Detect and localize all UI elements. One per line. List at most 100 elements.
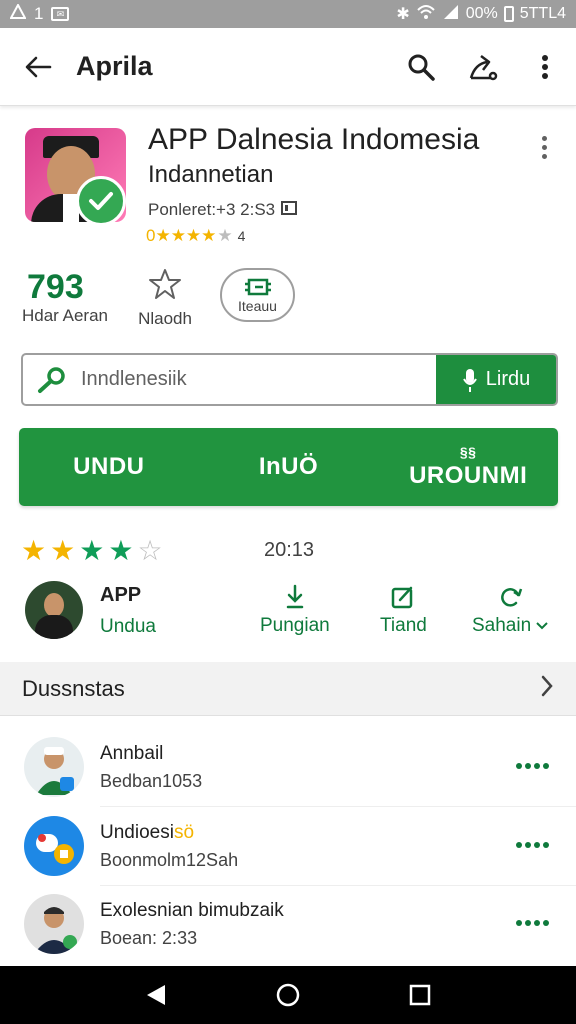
list-item-subtitle: Bedban1053 [100, 771, 203, 791]
undu-button[interactable]: UNDU [19, 428, 199, 506]
notification-icon [9, 2, 27, 25]
action-bar: UNDU InUÖ §§ UROUNMI [19, 428, 558, 506]
avatar [24, 816, 84, 876]
uroun-button[interactable]: §§ UROUNMI [378, 428, 558, 506]
status-left-text: 1 [34, 4, 44, 23]
sync-icon [498, 584, 524, 610]
rating-row: ★ ★ ★ ★ ☆ 20:13 [0, 530, 576, 570]
app-meta: Ponleret:+3 2:S3 [148, 200, 298, 220]
edit-icon [391, 584, 415, 610]
download-icon [284, 584, 306, 610]
search-button-label: Lirdu [485, 368, 531, 390]
sync-action[interactable]: Sahain [472, 584, 549, 637]
app-bar: Aprila [0, 28, 576, 106]
nav-home-button[interactable] [268, 975, 308, 1015]
key-search-icon [23, 366, 81, 394]
avatar [24, 894, 84, 954]
avatar[interactable] [25, 581, 83, 639]
category-label: Iteauu [238, 298, 277, 314]
app-meta-text: Ponleret:+3 2:S3 [148, 200, 276, 219]
rating-stars: ★ ★ ★ ★ ☆ [21, 534, 163, 567]
star-empty-icon: ★ [217, 226, 233, 245]
battery-percent: 00% [465, 5, 498, 22]
rate-label: Nlaodh [138, 309, 192, 328]
cell-icon [442, 4, 460, 25]
star-filled-icon: ★ [21, 534, 47, 566]
list-item[interactable]: Undioesisö Boonmolm12Sah [0, 808, 576, 886]
download-action[interactable]: Pungian [260, 584, 330, 637]
list-item-subtitle: Boonmolm12Sah [100, 850, 239, 870]
app-rating-stars: 0★★★★ ★ 4 [146, 226, 245, 246]
developer-title: APP [100, 584, 142, 606]
undu-label: UNDU [73, 453, 145, 480]
search-submit-button[interactable]: Lirdu [436, 355, 556, 404]
star-filled-icon: ★ [50, 534, 76, 566]
download-count-label: Hdar Aeran [22, 306, 108, 325]
nav-recents-icon [409, 984, 431, 1006]
mail-icon: ✉ [51, 7, 70, 21]
more-horiz-icon[interactable] [516, 763, 549, 769]
avatar [24, 737, 84, 797]
search-icon [408, 54, 435, 81]
uroun-icon: §§ [459, 444, 477, 460]
nav-back-button[interactable] [136, 975, 176, 1015]
star-filled-icon: ★ [108, 534, 134, 566]
back-button[interactable] [0, 28, 76, 106]
star-filled-icon: ★ [79, 534, 105, 566]
info-label: InUÖ [258, 453, 319, 480]
category-badge[interactable]: Iteauu [220, 268, 295, 322]
rating-date: 20:13 [264, 538, 315, 561]
mic-icon [462, 368, 477, 392]
list-item-title: Undioesisö [100, 822, 195, 843]
share-icon [469, 54, 498, 80]
rate-button[interactable]: Nlaodh [138, 268, 192, 329]
more-horiz-icon[interactable] [516, 920, 549, 926]
battery-icon [503, 6, 514, 22]
list-item-title: Annbail [100, 743, 164, 764]
search-button[interactable] [390, 28, 452, 106]
app-name: APP Dalnesia Indomesia [148, 123, 480, 156]
app-developer: Indannetian [148, 161, 274, 188]
stats-row: 793 Hdar Aeran Nlaodh Iteauu [0, 264, 576, 334]
app-more-button[interactable] [530, 132, 558, 162]
more-horiz-icon[interactable] [516, 842, 549, 848]
more-vert-icon [542, 54, 548, 79]
info-button[interactable]: InUÖ [199, 428, 379, 506]
uroun-label: UROUNMI [409, 462, 528, 489]
divider [100, 806, 576, 807]
list-item-subtitle: Boean: 2:33 [100, 928, 198, 948]
star-outline-icon: ☆ [137, 534, 163, 566]
search-input[interactable] [81, 355, 436, 404]
chevron-right-icon [540, 674, 554, 705]
status-bar: 1 ✉ ✱ 00% 5TTL4 [0, 0, 576, 28]
edit-action[interactable]: Tiand [380, 584, 427, 637]
search-box: Lirdu [21, 353, 558, 406]
developer-subtitle[interactable]: Undua [100, 616, 156, 638]
nav-back-icon [147, 985, 165, 1005]
signal-icon [416, 4, 436, 25]
app-stars-tail: 4 [237, 228, 246, 244]
app-stars-text: 0★★★★ [146, 226, 217, 245]
bluetooth-icon: ✱ [396, 6, 410, 23]
app-header: APP Dalnesia Indomesia Indannetian Ponle… [0, 118, 576, 258]
section-header[interactable]: Dussnstas [0, 662, 576, 716]
share-button[interactable] [452, 28, 514, 106]
download-count: 793 [27, 268, 84, 306]
list-item[interactable]: Exolesnian bimubzaik Boean: 2:33 [0, 886, 576, 964]
chevron-down-icon [536, 622, 548, 630]
size-icon [281, 200, 298, 220]
section-title: Dussnstas [22, 675, 125, 701]
download-label: Pungian [260, 615, 330, 636]
nav-home-icon [276, 983, 300, 1007]
overflow-menu-button[interactable] [514, 28, 576, 106]
list-item[interactable]: Annbail Bedban1053 [0, 729, 576, 807]
sync-label: Sahain [472, 615, 532, 636]
arrow-back-icon [25, 56, 52, 77]
category-icon [244, 278, 271, 296]
status-time: 5TTL4 [519, 5, 566, 22]
star-outline-icon [149, 269, 181, 299]
page-title: Aprila [76, 51, 153, 81]
developer-row: APP Undua Pungian Tiand Sahain [0, 578, 576, 648]
nav-recents-button[interactable] [400, 975, 440, 1015]
list-item-title: Exolesnian bimubzaik [100, 900, 284, 921]
